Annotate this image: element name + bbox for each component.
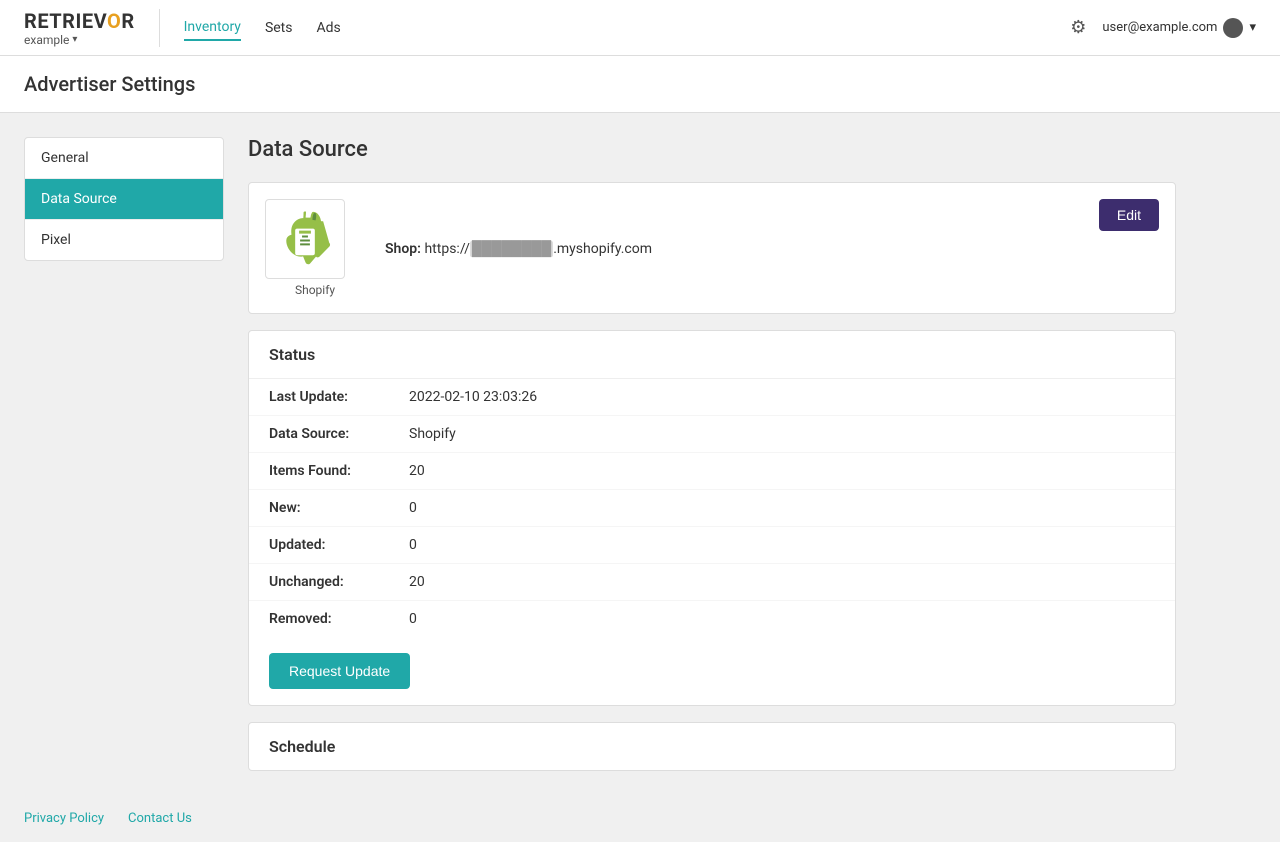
removed-value: 0 <box>409 611 417 627</box>
shopify-logo-icon <box>277 211 333 267</box>
user-menu[interactable]: user@example.com ▾ <box>1102 18 1256 38</box>
nav-item-sets[interactable]: Sets <box>265 16 293 40</box>
new-value: 0 <box>409 500 417 516</box>
items-found-label: Items Found: <box>269 463 409 479</box>
nav-item-ads[interactable]: Ads <box>316 16 340 40</box>
new-label: New: <box>269 500 409 516</box>
data-source-label: Data Source: <box>269 426 409 442</box>
sidebar-item-pixel[interactable]: Pixel <box>25 220 223 260</box>
user-email: user@example.com <box>1102 20 1217 35</box>
shop-url-prefix: https:// <box>424 241 469 257</box>
status-row-data-source: Data Source: Shopify <box>249 416 1175 453</box>
user-avatar-icon <box>1223 18 1243 38</box>
status-row-removed: Removed: 0 <box>249 601 1175 637</box>
shop-url-blurred: ████████ <box>470 241 553 257</box>
main-content: Data Source Shopify <box>248 137 1176 771</box>
status-row-updated: Updated: 0 <box>249 527 1175 564</box>
shop-url: Shop: https://████████.myshopify.com <box>385 240 652 257</box>
updated-label: Updated: <box>269 537 409 553</box>
nav-item-inventory[interactable]: Inventory <box>184 15 241 41</box>
user-dropdown-icon: ▾ <box>1249 20 1256 35</box>
updated-value: 0 <box>409 537 417 553</box>
page-title: Advertiser Settings <box>24 72 1256 96</box>
status-row-new: New: 0 <box>249 490 1175 527</box>
sidebar-item-data-source[interactable]: Data Source <box>25 179 223 220</box>
schedule-box: Schedule <box>248 722 1176 771</box>
contact-us-link[interactable]: Contact Us <box>128 811 192 826</box>
status-row-last-update: Last Update: 2022-02-10 23:03:26 <box>249 379 1175 416</box>
shop-url-suffix: .myshopify.com <box>553 241 652 257</box>
sidebar: General Data Source Pixel <box>24 137 224 261</box>
shop-label: Shop: <box>385 241 421 257</box>
shopify-logo-box <box>265 199 345 279</box>
logo: RETRIEVOR <box>24 9 135 33</box>
account-switcher[interactable]: example <box>24 33 135 47</box>
shopify-label: Shopify <box>295 283 335 297</box>
logo-text-after: R <box>121 9 134 33</box>
footer: Privacy Policy Contact Us <box>0 795 1280 842</box>
unchanged-label: Unchanged: <box>269 574 409 590</box>
page-title-bar: Advertiser Settings <box>0 56 1280 113</box>
settings-icon[interactable]: ⚙ <box>1070 17 1086 38</box>
items-found-value: 20 <box>409 463 425 479</box>
logo-text-before: RETRIEV <box>24 9 107 33</box>
request-update-button[interactable]: Request Update <box>269 653 410 689</box>
removed-label: Removed: <box>269 611 409 627</box>
main-nav: Inventory Sets Ads <box>184 15 1071 41</box>
status-box: Status Last Update: 2022-02-10 23:03:26 … <box>248 330 1176 706</box>
logo-o: O <box>107 9 121 33</box>
status-row-unchanged: Unchanged: 20 <box>249 564 1175 601</box>
edit-button[interactable]: Edit <box>1099 199 1159 231</box>
schedule-title: Schedule <box>249 723 1175 770</box>
shopify-info: Shop: https://████████.myshopify.com <box>385 240 652 257</box>
sidebar-item-general[interactable]: General <box>25 138 223 179</box>
last-update-value: 2022-02-10 23:03:26 <box>409 389 537 405</box>
content-area: General Data Source Pixel Data Source <box>0 113 1200 795</box>
last-update-label: Last Update: <box>269 389 409 405</box>
data-source-value: Shopify <box>409 426 456 442</box>
unchanged-value: 20 <box>409 574 425 590</box>
status-row-items-found: Items Found: 20 <box>249 453 1175 490</box>
header-right: ⚙ user@example.com ▾ <box>1070 17 1256 38</box>
shopify-card: Shopify Shop: https://████████.myshopify… <box>248 182 1176 314</box>
logo-area: RETRIEVOR example <box>24 9 160 47</box>
shopify-logo-container: Shopify <box>265 199 365 297</box>
privacy-policy-link[interactable]: Privacy Policy <box>24 811 104 826</box>
header: RETRIEVOR example Inventory Sets Ads ⚙ u… <box>0 0 1280 56</box>
status-title: Status <box>249 331 1175 379</box>
section-title: Data Source <box>248 137 1176 162</box>
